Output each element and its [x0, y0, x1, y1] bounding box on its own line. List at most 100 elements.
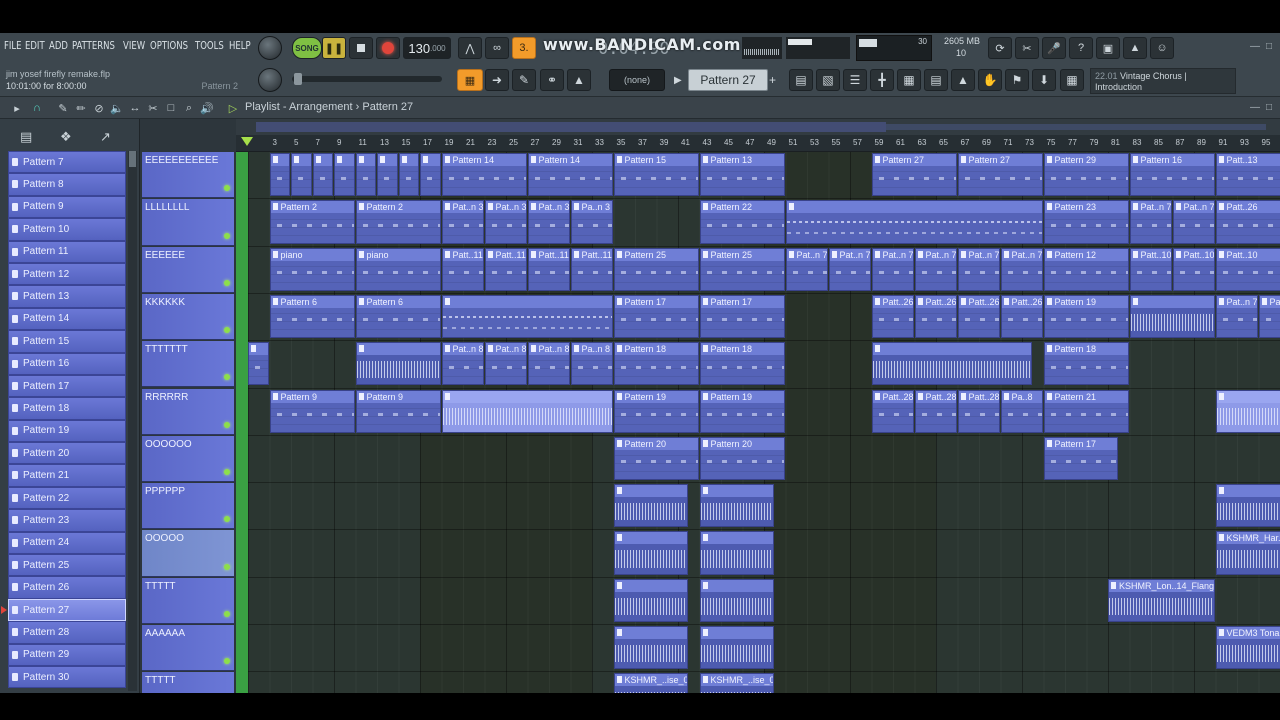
clip[interactable] [699, 531, 774, 575]
track-led-icon[interactable] [224, 279, 230, 286]
metronome-button[interactable]: ⋀ [458, 37, 482, 59]
arrow-right-button[interactable]: ➜ [485, 69, 509, 91]
track-header[interactable]: KKKKKK [142, 293, 234, 341]
clip[interactable]: Patt..11 [484, 247, 527, 291]
stamp-button[interactable]: ▲ [567, 69, 591, 91]
picker-item[interactable]: Pattern 22 [8, 486, 126, 510]
picker-item[interactable]: Pattern 19 [8, 419, 126, 443]
arrangement-grid[interactable]: Pattern 14 Pattern 14 Pattern 15 Pattern 13… [248, 152, 1280, 693]
clip[interactable]: KSHMR_..ise_03 [613, 673, 688, 693]
clip[interactable] [398, 153, 419, 197]
track-header[interactable]: OOOOO [142, 530, 234, 577]
clip[interactable]: Pattern 9 [355, 389, 441, 433]
picker-item[interactable]: Pattern 11 [8, 240, 126, 263]
overview-range[interactable] [256, 122, 886, 132]
track-led-icon[interactable] [224, 610, 230, 617]
clip[interactable]: Patt..10 [1215, 247, 1280, 291]
clip[interactable]: Pattern 13 [699, 153, 785, 197]
clip[interactable]: Patt..10 [1129, 247, 1172, 291]
link-button[interactable]: ⚭ [540, 69, 564, 91]
draw-tool-button[interactable]: ✎ [512, 69, 536, 91]
clip[interactable] [312, 153, 333, 197]
plugin-picker-button[interactable]: ▦ [897, 69, 921, 91]
stop-button[interactable] [349, 37, 373, 59]
clip[interactable]: piano [269, 247, 355, 291]
clip[interactable] [334, 153, 355, 197]
clip[interactable]: Patt..28 [957, 389, 1000, 433]
clip[interactable]: Pattern 12 [1043, 247, 1129, 291]
clip[interactable]: Pattern 16 [1129, 153, 1215, 197]
clip[interactable] [1129, 294, 1215, 339]
picker-item[interactable]: Pattern 26 [8, 576, 126, 599]
clip[interactable]: KSHMR_Har..tch #2 [1215, 531, 1280, 575]
clip[interactable]: Pat..n 8 [527, 342, 570, 386]
clip[interactable]: Patt..26 [914, 294, 957, 339]
clip[interactable] [420, 153, 441, 197]
clip[interactable]: Pat..n 7 [871, 247, 914, 291]
playlist-maximize-icon[interactable]: □ [1266, 102, 1278, 114]
track-header[interactable]: EEEEEEEEEEE [142, 152, 234, 199]
master-volume-knob[interactable] [258, 36, 282, 60]
master-slider-handle[interactable] [294, 73, 302, 85]
mute-icon[interactable]: 🔈 [110, 101, 124, 115]
channel-rack-button[interactable]: ▤ [789, 69, 813, 91]
slip-icon[interactable]: ↔ [128, 101, 142, 115]
clip[interactable]: Pat..n 7 [1215, 294, 1258, 339]
track-header[interactable]: OOOOOO [142, 435, 234, 483]
select-icon[interactable]: □ [164, 101, 178, 115]
picker-item[interactable]: Pattern 20 [8, 442, 126, 465]
clip[interactable]: Pattern 27 [957, 153, 1043, 197]
picker-item[interactable]: Pattern 7 [8, 151, 126, 174]
picker-item[interactable]: Pattern 23 [8, 509, 126, 532]
track-led-icon[interactable] [224, 421, 230, 428]
countdown-button[interactable]: 3. [512, 37, 536, 59]
playhead-marker[interactable] [241, 137, 253, 146]
clip[interactable]: Patt..26 [871, 294, 914, 339]
menu-view[interactable]: VIEW [123, 39, 145, 52]
mixer-button[interactable]: ╋ [870, 69, 894, 91]
menu-add[interactable]: ADD [49, 39, 68, 52]
clip[interactable]: Pattern 20 [613, 436, 699, 481]
clip[interactable] [248, 342, 269, 386]
script-button[interactable]: ⚑ [1005, 69, 1029, 91]
track-header[interactable]: PPPPPP [142, 483, 234, 530]
clip[interactable] [291, 153, 312, 197]
clip[interactable]: Pat..n 7 [914, 247, 957, 291]
chat-button[interactable]: ☺ [1150, 37, 1174, 59]
picker-item[interactable]: Pattern 15 [8, 330, 126, 353]
slice-icon[interactable]: ✂ [146, 101, 160, 115]
clip[interactable]: Pat..n 7 [957, 247, 1000, 291]
maximize-icon[interactable]: □ [1266, 41, 1278, 53]
clip[interactable]: Pattern 17 [1043, 436, 1118, 481]
pencil-icon[interactable]: ✎ [56, 101, 70, 115]
clip[interactable]: Pat..n 8 [484, 342, 527, 386]
clip[interactable]: Pat..n 7 [1000, 247, 1043, 291]
clip[interactable]: Patt..28 [914, 389, 957, 433]
clip[interactable] [785, 200, 1043, 244]
plugin-db-button[interactable]: ▲ [951, 69, 975, 91]
picker-item[interactable]: Pattern 10 [8, 218, 126, 241]
clip[interactable]: Pattern 15 [613, 153, 699, 197]
clip[interactable]: Pattern 2 [355, 200, 441, 244]
clip[interactable] [377, 153, 398, 197]
track-header[interactable]: LLLLLLLL [142, 199, 234, 246]
clip[interactable] [871, 342, 1032, 386]
track-led-icon[interactable] [224, 327, 230, 334]
picker-item[interactable]: Pattern 30 [8, 665, 126, 689]
clip[interactable]: Pattern 17 [699, 294, 785, 339]
playlist-minimize-icon[interactable]: — [1250, 102, 1262, 114]
menu-file[interactable]: FILE [4, 39, 22, 52]
add-pattern-button[interactable]: + [769, 69, 781, 91]
clip[interactable]: Pat..n 3 [527, 200, 570, 244]
picker-item[interactable]: Pattern 14 [8, 307, 126, 331]
clip[interactable] [613, 626, 688, 670]
clip[interactable]: Pattern 19 [1043, 294, 1129, 339]
clip[interactable]: Pa..8 [1000, 389, 1043, 433]
clip[interactable]: Pattern 2 [269, 200, 355, 244]
clip[interactable]: Pat..n 7 [785, 247, 828, 291]
speaker-icon[interactable]: 🔊 [200, 101, 214, 115]
menu-patterns[interactable]: PATTERNS [72, 39, 115, 52]
clip[interactable]: Patt..11 [527, 247, 570, 291]
clip[interactable]: Pattern 23 [1043, 200, 1129, 244]
touch-keyboard-button[interactable]: ✋ [978, 69, 1002, 91]
